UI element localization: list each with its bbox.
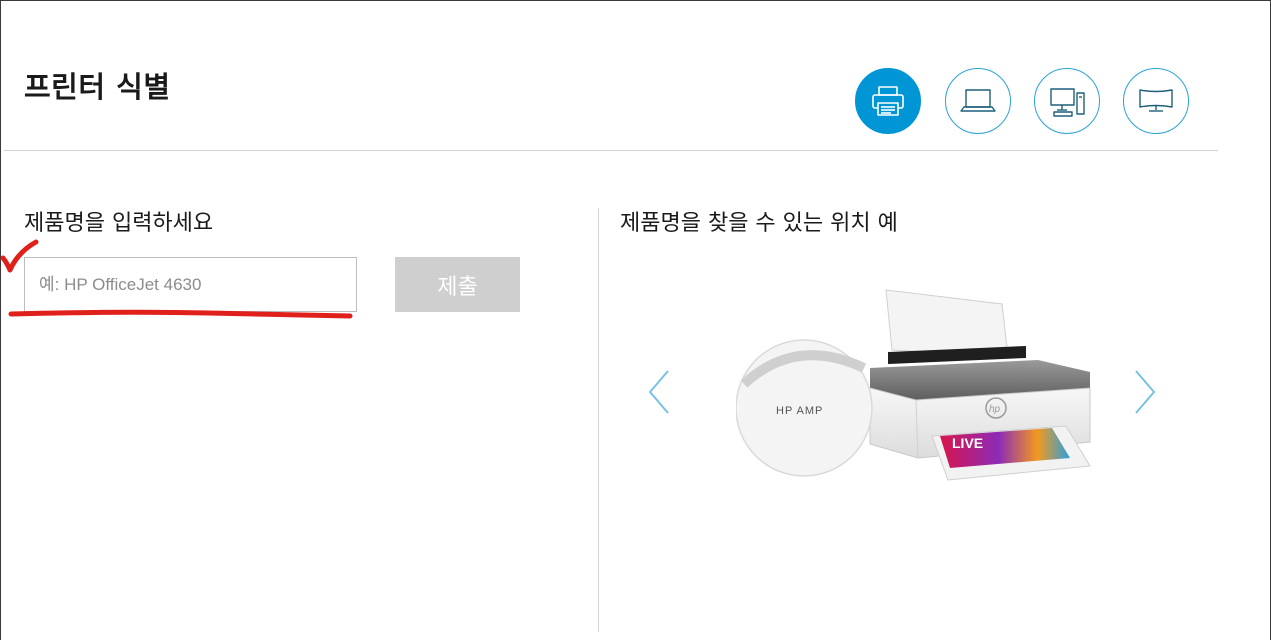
product-name-input[interactable]: [25, 258, 356, 311]
column-divider: [598, 208, 599, 632]
product-name-field[interactable]: [24, 257, 357, 312]
printer-icon: [872, 86, 904, 116]
desktop-icon: [1050, 88, 1085, 117]
example-location-label: 제품명을 찾을 수 있는 위치 예: [620, 211, 898, 236]
device-type-selector: [855, 68, 1191, 134]
printer-example-image: hp LIVE HP AMP: [736, 289, 1091, 481]
submit-button[interactable]: 제출: [395, 257, 520, 312]
laptop-tab[interactable]: [945, 68, 1011, 134]
photo-caption: LIVE: [952, 435, 983, 451]
svg-text:hp: hp: [989, 404, 1001, 415]
product-name-label: 제품명을 입력하세요: [24, 211, 214, 236]
zoom-model-text: HP AMP: [776, 405, 823, 417]
header-divider: [4, 150, 1218, 151]
monitor-tab[interactable]: [1123, 68, 1189, 134]
red-underline-annotation: [8, 309, 353, 319]
monitor-icon: [1139, 89, 1173, 112]
printer-tab[interactable]: [855, 68, 921, 134]
desktop-tab[interactable]: [1034, 68, 1100, 134]
carousel-next-icon[interactable]: [1132, 368, 1158, 416]
laptop-icon: [960, 89, 996, 112]
carousel-prev-icon[interactable]: [646, 368, 672, 416]
page-title: 프린터 식별: [24, 70, 171, 104]
red-checkmark-annotation: [0, 239, 39, 273]
